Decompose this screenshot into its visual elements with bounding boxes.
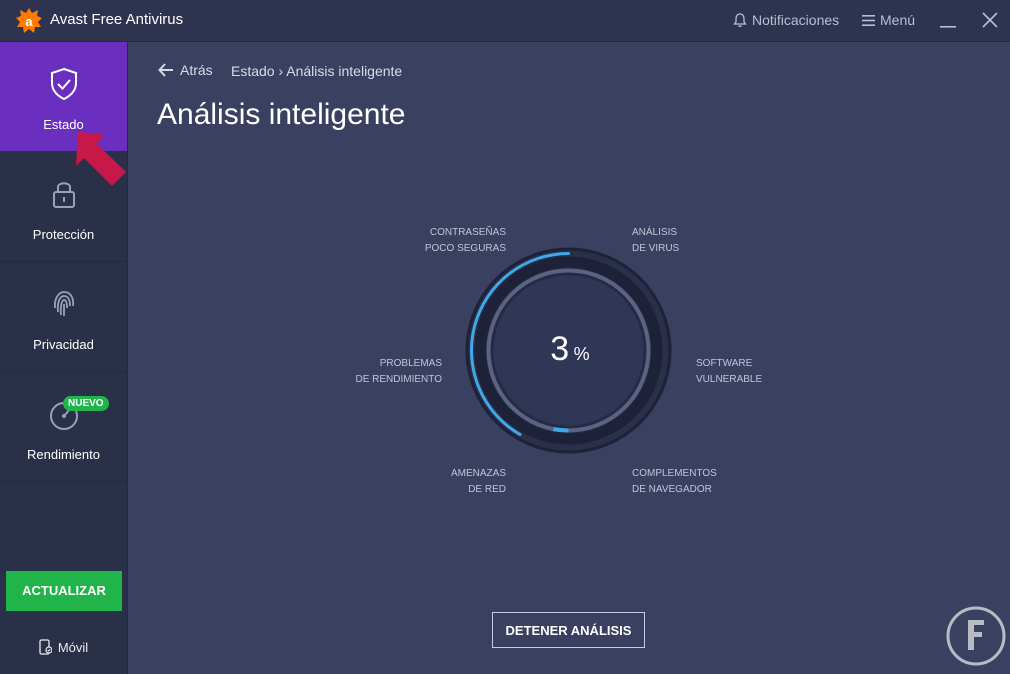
sidebar-item-label: Privacidad — [33, 337, 94, 352]
stop-scan-button[interactable]: DETENER ANÁLISIS — [492, 612, 645, 648]
mobile-label: Móvil — [57, 639, 89, 655]
mobile-link[interactable]: Móvil — [0, 639, 127, 655]
notifications-label: Notificaciones — [752, 12, 840, 28]
update-button[interactable]: ACTUALIZAR — [6, 571, 122, 611]
hamburger-icon — [862, 14, 875, 26]
sidebar-item-label: Rendimiento — [27, 447, 100, 462]
sidebar-item-label: Protección — [32, 227, 95, 242]
minimize-icon[interactable] — [940, 10, 956, 30]
notifications-button[interactable]: Notificaciones — [733, 12, 839, 28]
title-bar: a Avast Free Antivirus Notificaciones Me… — [0, 0, 1010, 42]
bell-icon — [733, 12, 747, 27]
progress-percent: 3 % — [520, 330, 620, 369]
scan-progress-arc — [553, 427, 569, 433]
svg-text:a: a — [25, 14, 33, 29]
menu-label: Menú — [880, 12, 916, 28]
arrow-left-icon — [158, 63, 173, 77]
progress-value: 3 — [550, 330, 570, 368]
percent-symbol: % — [573, 344, 590, 364]
app-title: Avast Free Antivirus — [50, 11, 184, 28]
sidebar-item-privacidad[interactable]: Privacidad — [0, 262, 127, 372]
menu-button[interactable]: Menú — [862, 12, 915, 28]
back-label: Atrás — [180, 62, 213, 78]
close-icon[interactable] — [980, 10, 1000, 30]
scan-area-browser: COMPLEMENTOS DE NAVEGADOR — [632, 468, 717, 495]
mobile-phone-icon — [39, 639, 52, 655]
breadcrumb: Estado › Análisis inteligente — [231, 63, 403, 79]
shield-check-icon — [51, 67, 77, 101]
new-badge: NUEVO — [63, 396, 109, 411]
back-button[interactable]: Atrás — [158, 62, 213, 78]
scan-area-network: AMENAZAS DE RED — [450, 468, 506, 495]
watermark-logo-icon — [946, 606, 1006, 666]
red-arrow-icon — [76, 132, 126, 186]
scan-area-software: SOFTWARE VULNERABLE — [696, 358, 763, 385]
scan-area-performance: PROBLEMAS DE RENDIMIENTO — [355, 358, 443, 385]
sidebar-item-rendimiento[interactable]: NUEVO Rendimiento — [0, 372, 127, 482]
page-title: Análisis inteligente — [157, 98, 406, 131]
fingerprint-icon — [53, 291, 75, 316]
avast-logo-icon: a — [16, 8, 42, 33]
